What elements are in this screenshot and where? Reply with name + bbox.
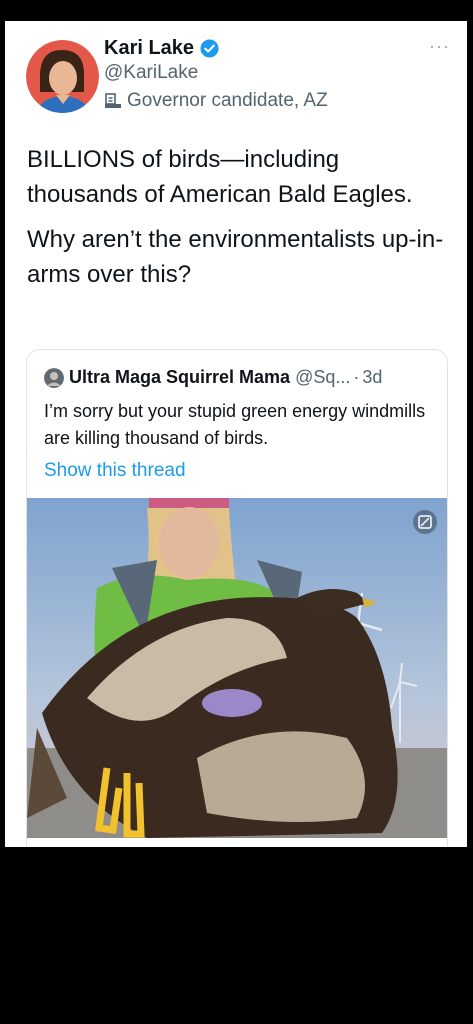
- author-name[interactable]: Kari Lake: [104, 37, 194, 60]
- quote-header: Ultra Maga Squirrel Mama @Sq... · 3d: [44, 367, 382, 388]
- quote-separator: ·: [353, 367, 360, 387]
- author-handle[interactable]: @KariLake: [104, 62, 198, 84]
- author-name-row: Kari Lake: [104, 37, 219, 60]
- tweet-text-paragraph: Why aren’t the environmentalists up-in-a…: [27, 226, 444, 288]
- more-options-icon[interactable]: ···: [429, 37, 450, 55]
- author-avatar[interactable]: [26, 40, 99, 113]
- tweet-card[interactable]: ··· Kari Lake @KariLake Governor candida…: [5, 21, 467, 847]
- quote-timestamp[interactable]: 3d: [362, 367, 382, 388]
- quote-author-handle[interactable]: @Sq...: [295, 367, 350, 388]
- quote-author-name[interactable]: Ultra Maga Squirrel Mama: [69, 367, 290, 388]
- author-label-text: Governor candidate, AZ: [127, 90, 328, 111]
- quote-text: I’m sorry but your stupid green energy w…: [44, 401, 426, 448]
- quote-author-avatar[interactable]: [44, 367, 64, 388]
- tweet-text: BILLIONS of birds—including thousands of…: [27, 142, 447, 302]
- media-options-icon[interactable]: [413, 510, 437, 534]
- quote-tweet[interactable]: Ultra Maga Squirrel Mama @Sq... · 3d I’m…: [26, 349, 448, 847]
- tweet-text-paragraph: BILLIONS of birds—including thousands of…: [27, 146, 413, 208]
- government-ballot-icon: [104, 92, 122, 110]
- author-label: Governor candidate, AZ: [104, 90, 328, 112]
- verified-badge-icon: [200, 39, 219, 58]
- quote-media-image[interactable]: [27, 498, 447, 838]
- show-thread-link[interactable]: Show this thread: [44, 460, 186, 482]
